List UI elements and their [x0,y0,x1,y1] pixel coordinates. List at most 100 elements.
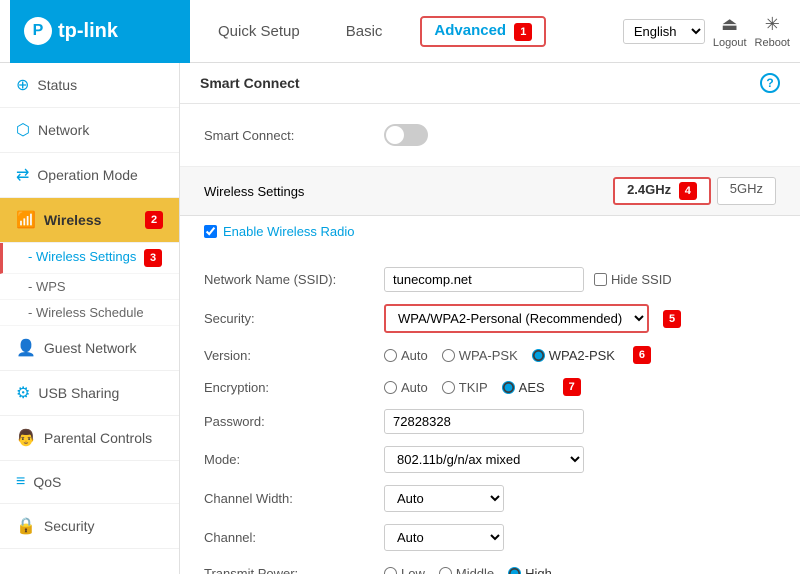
channel-width-select[interactable]: Auto 20MHz 40MHz [384,485,504,512]
version-row: Version: Auto WPA-PSK WPA2-PSK 6 [204,339,776,371]
sidebar-item-security[interactable]: 🔒 Security [0,504,179,549]
main-layout: ⊕ Status ⬡ Network ⇄ Operation Mode 📶 Wi… [0,63,800,574]
nav-advanced-badge: 1 [514,23,532,41]
tx-power-label: Transmit Power: [204,566,384,574]
sidebar-item-label: USB Sharing [38,385,119,401]
freq-tab-5ghz[interactable]: 5GHz [717,177,776,205]
sidebar-sub-wireless-schedule[interactable]: - Wireless Schedule [0,300,179,326]
version-wpa2-psk[interactable]: WPA2-PSK [532,348,615,363]
mode-row: Mode: 802.11b/g/n/ax mixed 802.11b/g/n m… [204,440,776,479]
hide-ssid-label: Hide SSID [594,272,672,287]
tx-power-control: Low Middle High [384,566,776,574]
sidebar-item-label: QoS [33,474,61,490]
encryption-auto[interactable]: Auto [384,380,428,395]
security-label: Security: [204,311,384,326]
sidebar-item-qos[interactable]: ≡ QoS [0,461,179,504]
logo-text: tp-link [58,20,118,43]
encryption-row: Encryption: Auto TKIP AES 7 [204,371,776,403]
reboot-icon: ✳ [765,14,780,35]
password-input[interactable] [384,409,584,434]
nav-basic[interactable]: Basic [338,19,391,44]
smart-connect-label: Smart Connect: [204,128,384,143]
sidebar-item-label: Status [37,77,77,93]
mode-select[interactable]: 802.11b/g/n/ax mixed 802.11b/g/n mixed 8… [384,446,584,473]
version-label: Version: [204,348,384,363]
content-area: Smart Connect ? Smart Connect: Wireless … [180,63,800,574]
logo-icon: P [24,17,52,45]
encryption-tkip[interactable]: TKIP [442,380,488,395]
wireless-settings-header: Wireless Settings 2.4GHz 4 5GHz [180,167,800,216]
parental-controls-icon: 👨 [16,428,36,448]
tx-low[interactable]: Low [384,566,425,574]
logout-button[interactable]: ⏏ Logout [713,14,747,49]
logout-icon: ⏏ [721,14,738,35]
sidebar-item-guest-network[interactable]: 👤 Guest Network [0,326,179,371]
encryption-aes[interactable]: AES [502,380,545,395]
ssid-row: Network Name (SSID): Hide SSID [204,261,776,298]
sidebar-item-label: Security [44,518,95,534]
freq-tabs: 2.4GHz 4 5GHz [613,177,776,205]
logout-label: Logout [713,37,747,49]
wireless-badge: 2 [145,211,163,229]
smart-connect-header: Smart Connect ? [180,63,800,104]
mode-label: Mode: [204,452,384,467]
nav-right: English Chinese French ⏏ Logout ✳ Reboot [623,14,790,49]
tx-high[interactable]: High [508,566,552,574]
enable-wireless-row: Enable Wireless Radio [180,216,800,247]
encryption-control: Auto TKIP AES 7 [384,378,776,396]
smart-connect-toggle[interactable] [384,124,428,146]
hide-ssid-checkbox[interactable] [594,273,607,286]
smart-connect-control [384,124,776,146]
security-badge: 5 [663,310,681,328]
wireless-settings-title: Wireless Settings [204,184,304,199]
sidebar-sub-wireless-settings[interactable]: - Wireless Settings 3 [0,243,179,274]
sidebar-item-parental-controls[interactable]: 👨 Parental Controls [0,416,179,461]
operation-mode-icon: ⇄ [16,165,29,185]
version-wpa-psk[interactable]: WPA-PSK [442,348,518,363]
version-radio-group: Auto WPA-PSK WPA2-PSK 6 [384,346,651,364]
wireless-settings-badge: 3 [144,249,162,267]
channel-width-control: Auto 20MHz 40MHz [384,485,776,512]
network-icon: ⬡ [16,120,30,140]
qos-icon: ≡ [16,473,25,491]
sidebar-item-operation-mode[interactable]: ⇄ Operation Mode [0,153,179,198]
mode-control: 802.11b/g/n/ax mixed 802.11b/g/n mixed 8… [384,446,776,473]
channel-label: Channel: [204,530,384,545]
security-select[interactable]: WPA/WPA2-Personal (Recommended) None WPA… [384,304,649,333]
freq-tab-2.4ghz[interactable]: 2.4GHz 4 [613,177,711,205]
smart-connect-title: Smart Connect [200,75,300,91]
security-control: WPA/WPA2-Personal (Recommended) None WPA… [384,304,776,333]
sidebar-item-wireless[interactable]: 📶 Wireless 2 [0,198,179,243]
sidebar-item-label: Network [38,122,89,138]
language-select[interactable]: English Chinese French [623,19,705,44]
version-badge: 6 [633,346,651,364]
tx-middle[interactable]: Middle [439,566,494,574]
password-label: Password: [204,414,384,429]
tx-power-radio-group: Low Middle High [384,566,552,574]
channel-select[interactable]: Auto 1 6 11 [384,524,504,551]
sidebar-item-usb-sharing[interactable]: ⚙ USB Sharing [0,371,179,416]
encryption-radio-group: Auto TKIP AES 7 [384,378,581,396]
sidebar-item-status[interactable]: ⊕ Status [0,63,179,108]
security-icon: 🔒 [16,516,36,536]
tx-power-row: Transmit Power: Low Middle High [204,557,776,574]
reboot-label: Reboot [755,37,790,49]
help-icon[interactable]: ? [760,73,780,93]
password-row: Password: [204,403,776,440]
sidebar-item-network[interactable]: ⬡ Network [0,108,179,153]
nav-quick-setup[interactable]: Quick Setup [210,19,308,44]
smart-connect-row: Smart Connect: [204,118,776,152]
channel-control: Auto 1 6 11 [384,524,776,551]
guest-network-icon: 👤 [16,338,36,358]
channel-row: Channel: Auto 1 6 11 [204,518,776,557]
channel-width-label: Channel Width: [204,491,384,506]
sidebar: ⊕ Status ⬡ Network ⇄ Operation Mode 📶 Wi… [0,63,180,574]
nav-advanced[interactable]: Advanced 1 [420,16,546,47]
sidebar-sub-wps[interactable]: - WPS [0,274,179,300]
status-icon: ⊕ [16,75,29,95]
enable-wireless-checkbox[interactable] [204,225,217,238]
ssid-input[interactable] [384,267,584,292]
encryption-badge: 7 [563,378,581,396]
version-auto[interactable]: Auto [384,348,428,363]
reboot-button[interactable]: ✳ Reboot [755,14,790,49]
